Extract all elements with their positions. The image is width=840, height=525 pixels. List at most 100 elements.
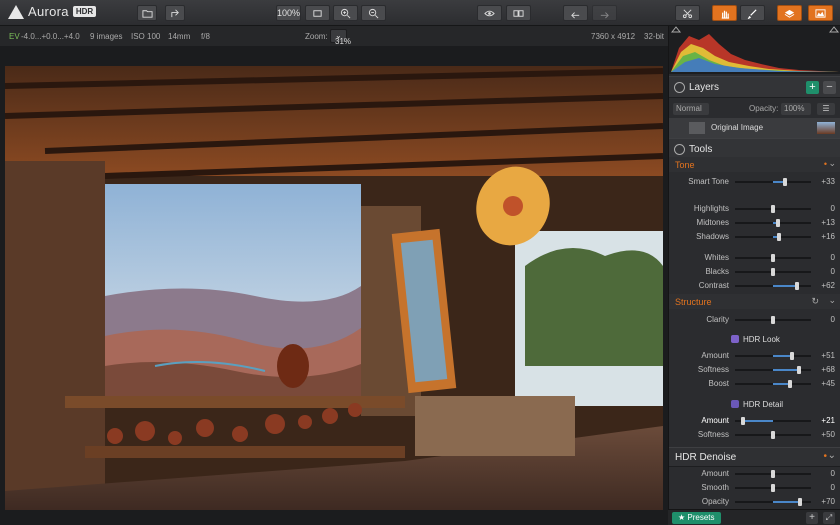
slider-track[interactable] <box>735 380 811 388</box>
tone-section-header[interactable]: Tone • ⌄ <box>669 157 840 172</box>
zoom-out-button[interactable] <box>361 5 386 21</box>
app-badge: HDR <box>72 6 97 17</box>
hand-icon <box>721 10 730 19</box>
zoom-out-icon <box>368 8 379 18</box>
add-preset-button[interactable]: + <box>806 512 818 524</box>
slider-knob[interactable] <box>771 484 775 492</box>
share-button[interactable] <box>165 5 185 21</box>
slider-track[interactable] <box>735 282 811 290</box>
preview-button[interactable] <box>477 5 502 21</box>
image-canvas[interactable] <box>0 46 668 525</box>
slider-label: Amount <box>701 351 729 360</box>
slider-row: Softness +50 <box>669 428 840 442</box>
slider-row: Blacks 0 <box>669 265 840 279</box>
brush-tool-button[interactable] <box>740 5 765 21</box>
brush-icon <box>747 8 757 19</box>
hand-tool-button[interactable] <box>712 5 737 21</box>
redo-button[interactable] <box>592 5 617 21</box>
slider-label: Softness <box>697 365 729 374</box>
slider-track[interactable] <box>735 470 811 478</box>
slider-knob[interactable] <box>777 233 782 241</box>
slider-track[interactable] <box>735 484 811 492</box>
image-dimensions: 7360 x 4912 <box>591 32 636 41</box>
fit-screen-button[interactable] <box>305 5 330 21</box>
hdr-look-subheader[interactable]: HDR Look <box>669 331 840 347</box>
iso-value: ISO 100 <box>131 32 161 41</box>
slider-value: +68 <box>821 365 835 374</box>
presets-label: Presets <box>687 513 715 522</box>
hdr-detail-title: HDR Detail <box>743 400 784 409</box>
tools-title: Tools <box>689 144 713 155</box>
histogram-toggle-button[interactable] <box>808 5 833 21</box>
layer-item[interactable]: Original Image <box>669 118 840 138</box>
blend-mode-select[interactable]: Normal ⌄ <box>673 103 709 122</box>
histogram-icon <box>815 8 826 18</box>
slider-knob[interactable] <box>771 268 775 276</box>
tone-collapse-icon[interactable]: ⌄ <box>828 158 836 169</box>
open-folder-button[interactable] <box>137 5 157 21</box>
layers-toggle-button[interactable] <box>777 5 802 21</box>
slider-knob[interactable] <box>794 282 799 290</box>
slider-track[interactable] <box>735 352 811 360</box>
slider-row: Opacity +70 <box>669 495 840 509</box>
slider-knob[interactable] <box>740 417 745 425</box>
slider-value: +50 <box>821 430 835 439</box>
slider-track[interactable] <box>735 254 811 262</box>
expand-icon[interactable]: ⤢ <box>823 512 835 524</box>
slider-knob[interactable] <box>771 316 775 324</box>
photo-preview[interactable] <box>5 66 663 510</box>
slider-track[interactable] <box>735 316 811 324</box>
app-logo: Aurora HDR <box>8 4 97 19</box>
zoom-100-button[interactable]: 100% <box>276 5 301 21</box>
remove-layer-button[interactable]: − <box>823 81 836 94</box>
undo-icon <box>571 11 580 18</box>
layer-mask-thumbnail <box>689 122 705 134</box>
hdr-detail-subheader[interactable]: HDR Detail <box>669 396 840 412</box>
slider-track[interactable] <box>735 417 811 425</box>
redo-icon <box>600 11 609 18</box>
slider-track[interactable] <box>735 233 811 241</box>
slider-value: 0 <box>830 204 835 213</box>
zoom-select[interactable]: 31% ⌄ <box>330 29 351 46</box>
zoom-in-button[interactable] <box>333 5 358 21</box>
layer-menu-button[interactable]: ☰ <box>817 103 835 115</box>
focal-length: 14mm <box>168 32 191 41</box>
slider-knob[interactable] <box>771 254 775 262</box>
presets-button[interactable]: ★ Presets <box>672 512 721 524</box>
slider-knob[interactable] <box>790 352 795 360</box>
slider-label: Clarity <box>706 315 729 324</box>
photo-image <box>5 66 663 510</box>
layers-header[interactable]: Layers + − <box>669 76 840 98</box>
slider-knob[interactable] <box>771 431 775 439</box>
slider-value: 0 <box>830 267 835 276</box>
slider-knob[interactable] <box>771 470 775 478</box>
slider-label: Opacity <box>701 497 729 506</box>
slider-knob[interactable] <box>797 498 802 506</box>
reset-icon[interactable]: ↻ <box>811 296 819 307</box>
slider-knob[interactable] <box>788 380 793 388</box>
aperture: f/8 <box>201 32 210 41</box>
slider-track[interactable] <box>735 178 811 186</box>
slider-track[interactable] <box>735 268 811 276</box>
undo-button[interactable] <box>563 5 588 21</box>
ev-label: EV <box>9 32 20 41</box>
structure-section-header[interactable]: Structure ↻ ⌄ <box>669 294 840 309</box>
slider-track[interactable] <box>735 498 811 506</box>
structure-collapse-icon[interactable]: ⌄ <box>828 295 836 306</box>
slider-knob[interactable] <box>796 366 801 374</box>
add-layer-button[interactable]: + <box>806 81 819 94</box>
slider-track[interactable] <box>735 431 811 439</box>
denoise-section-header[interactable]: HDR Denoise • ⌄ <box>669 447 840 467</box>
slider-track[interactable] <box>735 205 811 213</box>
slider-knob[interactable] <box>771 205 775 213</box>
slider-track[interactable] <box>735 219 811 227</box>
layer-opacity-select[interactable]: 100% <box>781 103 811 115</box>
hdr-look-icon <box>731 335 739 343</box>
layers-title: Layers <box>689 82 720 93</box>
slider-knob[interactable] <box>783 178 788 186</box>
compare-button[interactable] <box>506 5 531 21</box>
slider-track[interactable] <box>735 366 811 374</box>
denoise-collapse-icon[interactable]: ⌄ <box>828 450 836 461</box>
tools-button[interactable] <box>675 5 700 21</box>
slider-knob[interactable] <box>775 219 780 227</box>
